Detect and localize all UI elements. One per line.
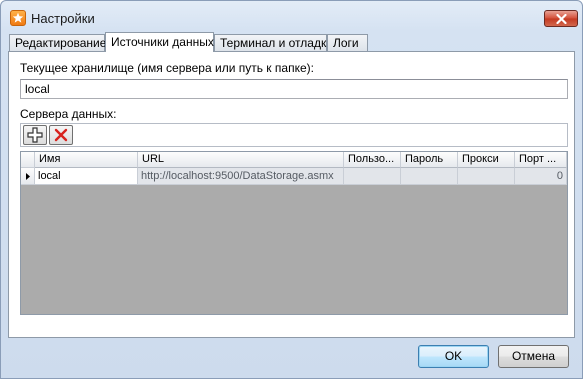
tab-strip: Редактирование Источники данных Терминал… [8, 32, 575, 52]
row-selector[interactable] [21, 168, 35, 185]
column-header-password[interactable]: Пароль [401, 152, 458, 168]
cell-name[interactable]: local [35, 168, 138, 185]
cell-proxy[interactable] [458, 168, 515, 185]
cancel-button[interactable]: Отмена [498, 345, 569, 368]
dialog-body: Редактирование Источники данных Терминал… [8, 32, 575, 338]
close-button[interactable] [544, 10, 578, 27]
row-arrow-icon [26, 173, 30, 180]
tab-logs[interactable]: Логи [327, 34, 368, 51]
cell-password[interactable] [401, 168, 458, 185]
plus-icon [27, 127, 43, 143]
grid-corner [21, 152, 35, 168]
close-icon [556, 14, 567, 24]
tab-terminal-debug[interactable]: Терминал и отладка [214, 34, 333, 51]
cell-port[interactable]: 0 [515, 168, 567, 185]
column-header-proxy[interactable]: Прокси [458, 152, 515, 168]
storage-label: Текущее хранилище (имя сервера или путь … [20, 61, 314, 75]
cell-user[interactable] [344, 168, 401, 185]
tab-editing[interactable]: Редактирование [9, 34, 106, 51]
column-header-user[interactable]: Пользо... [344, 152, 401, 168]
servers-label: Сервера данных: [20, 107, 117, 121]
add-server-button[interactable] [23, 125, 47, 145]
data-sources-panel: Текущее хранилище (имя сервера или путь … [8, 51, 575, 338]
window-title: Настройки [31, 11, 95, 26]
star-icon [10, 10, 26, 26]
servers-toolbar [20, 123, 568, 147]
column-header-name[interactable]: Имя [35, 152, 138, 168]
servers-grid: Имя URL Пользо... Пароль Прокси Порт ...… [20, 151, 568, 315]
title-bar[interactable]: Настройки [1, 1, 582, 33]
red-x-icon [54, 128, 68, 142]
cell-url[interactable]: http://localhost:9500/DataStorage.asmx [138, 168, 344, 185]
ok-button[interactable]: OK [418, 345, 489, 368]
tab-data-sources[interactable]: Источники данных [105, 32, 214, 52]
delete-server-button[interactable] [49, 125, 73, 145]
storage-input[interactable]: local [20, 79, 568, 99]
column-header-port[interactable]: Порт ... [515, 152, 567, 168]
settings-window: Настройки Редактирование Источники данны… [0, 0, 583, 379]
column-header-url[interactable]: URL [138, 152, 344, 168]
